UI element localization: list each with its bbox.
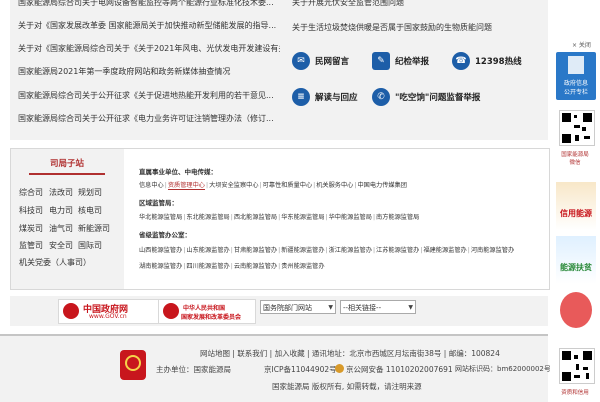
qa-item[interactable]: 关于生活垃圾焚烧供暖是否属于国家鼓励的生物质能问题: [292, 22, 542, 33]
footer-copyright: 国家能源局 版权所有, 如需转载，请注明来源: [272, 382, 422, 391]
footer-links[interactable]: 网站地图 | 联系我们 | 加入收藏 | 通讯地址：北京市西城区月坛南街38号 …: [200, 348, 500, 359]
wechat-qr-code: [559, 110, 595, 146]
dept-site-select[interactable]: 国务院部门网站 ▼: [260, 300, 336, 314]
office-link[interactable]: 浙江能源监管办: [329, 247, 372, 254]
news-item[interactable]: 国家能源局综合司关于电网设备智能监控等两个能源行业标准化技术委...: [18, 0, 280, 8]
right-sidebar: × 关闭 政府信息 公开专栏 国家能源局 微信 信用能源 能源扶贫 资质和信用: [550, 0, 600, 400]
direct-link[interactable]: 可靠性和质量中心: [263, 182, 313, 189]
mailbox-link[interactable]: ✉ 民网留言: [292, 52, 349, 70]
app-qr-code: [559, 348, 595, 384]
office-link[interactable]: 山东能源监管办: [186, 247, 229, 254]
interpret-link[interactable]: ≡ 解读与回应: [292, 88, 358, 106]
footer-police[interactable]: 京公网安备 11010202007691: [346, 364, 453, 375]
news-item[interactable]: 国家能源局综合司关于公开征求《电力业务许可证注销管理办法（修订...: [18, 113, 280, 124]
qa-item[interactable]: 关于开展光伏安全监管范围问题: [292, 0, 542, 8]
bureau-link[interactable]: 核电司: [78, 205, 102, 216]
direct-units-links: 信息中心|资质管理中心|大坝安全监察中心|可靠性和质量中心|机关服务中心|中国电…: [139, 182, 407, 190]
related-links-select[interactable]: --相关链接-- ▼: [340, 300, 416, 314]
chevron-down-icon: ▼: [328, 304, 333, 311]
office-title: 省级监管办公室：: [139, 231, 191, 239]
regional-links: 华北能源监管局|东北能源监管局|西北能源监管局|华东能源监管局|华中能源监管局|…: [139, 214, 420, 221]
public-info-button[interactable]: 政府信息 公开专栏: [556, 52, 596, 100]
police-badge-icon: [335, 364, 344, 373]
banner-row: 中国政府网 www.GOV.cn 中华人民共和国 国家发展和改革委员会 国务院部…: [10, 296, 548, 326]
office-link[interactable]: 江苏能源监管办: [376, 247, 419, 254]
bureau-section: 司局子站 综合司 法改司 规划司 科技司 电力司 核电司 煤炭司 油气司 新能源…: [10, 148, 550, 290]
footer-host: 主办单位：国家能源局: [156, 365, 231, 374]
credit-energy-banner[interactable]: 信用能源: [556, 182, 596, 230]
document-icon: [568, 56, 584, 74]
report-link[interactable]: ✎ 纪检举报: [372, 52, 429, 70]
envelope-icon: ✉: [292, 52, 310, 70]
news-item[interactable]: 关于对《国家发展改革委 国家能源局关于加快推动新型储能发展的指导...: [18, 20, 280, 31]
office-link[interactable]: 甘肃能源监管办: [234, 247, 277, 254]
office-link[interactable]: 山西能源监管办: [139, 247, 182, 254]
footer-icp[interactable]: 京ICP备11044902号: [264, 364, 337, 375]
bureau-link[interactable]: 规划司: [78, 187, 102, 198]
office-link[interactable]: 湖南能源监管办: [139, 263, 182, 270]
regional-link[interactable]: 华中能源监管局: [329, 214, 372, 221]
chevron-down-icon: ▼: [408, 304, 413, 311]
ndrc-banner[interactable]: 中华人民共和国 国家发展和改革委员会: [158, 299, 256, 324]
party-emblem-icon: [120, 350, 146, 380]
regional-link[interactable]: 西北能源监管局: [234, 214, 277, 221]
bureau-heading: 司局子站: [29, 155, 105, 175]
direct-link[interactable]: 大坝安全监察中心: [209, 182, 259, 189]
bureau-link[interactable]: 油气司: [49, 223, 73, 234]
phone-icon: ☎: [452, 52, 470, 70]
office-link[interactable]: 云南能源监管办: [234, 263, 277, 270]
footer: 网站地图 | 联系我们 | 加入收藏 | 通讯地址：北京市西城区月坛南街38号 …: [0, 334, 551, 402]
office-links-row2: 湖南能源监管办|四川能源监管办|云南能源监管办|贵州能源监管办: [139, 263, 325, 270]
bureau-link[interactable]: 综合司: [19, 187, 43, 198]
bureau-link[interactable]: 机关党委（人事司）: [19, 257, 91, 268]
bureau-link[interactable]: 电力司: [49, 205, 73, 216]
news-item[interactable]: 国家能源局综合司关于公开征求《关于促进地热能开发利用的若干意见...: [18, 90, 280, 101]
direct-link[interactable]: 资质管理中心: [167, 182, 205, 190]
bureau-nav: 司局子站 综合司 法改司 规划司 科技司 电力司 核电司 煤炭司 油气司 新能源…: [11, 149, 124, 289]
direct-link[interactable]: 中国电力传媒集团: [357, 182, 407, 189]
hotline-link[interactable]: ☎ 12398热线: [452, 52, 522, 70]
bureau-link[interactable]: 安全司: [49, 240, 73, 251]
direct-link[interactable]: 机关服务中心: [316, 182, 353, 189]
office-link[interactable]: 河南能源监管办: [471, 247, 514, 254]
chat-icon: ≡: [292, 88, 310, 106]
bureau-link[interactable]: 监管司: [19, 240, 43, 251]
energy-poverty-banner[interactable]: 能源扶贫: [556, 236, 596, 284]
regional-link[interactable]: 东北能源监管局: [186, 214, 229, 221]
bureau-link[interactable]: 新能源司: [78, 223, 110, 234]
office-links-row1: 山西能源监管办|山东能源监管办|甘肃能源监管办|新疆能源监管办|浙江能源监管办|…: [139, 247, 515, 254]
bureau-link[interactable]: 国际司: [78, 240, 102, 251]
national-emblem-icon: [163, 303, 179, 319]
news-item[interactable]: 国家能源局2021年第一季度政府网站和政务新媒体抽查情况: [18, 66, 280, 77]
news-panel: 国家能源局综合司关于电网设备智能监控等两个能源行业标准化技术委... 关于对《国…: [10, 0, 548, 140]
office-link[interactable]: 四川能源监管办: [186, 263, 229, 270]
national-emblem-icon: [63, 303, 79, 319]
office-link[interactable]: 福建能源监管办: [423, 247, 466, 254]
app-logo-icon[interactable]: [560, 292, 592, 328]
regional-link[interactable]: 华北能源监管局: [139, 214, 182, 221]
regional-title: 区域监管局：: [139, 199, 178, 207]
bureau-link[interactable]: 煤炭司: [19, 223, 43, 234]
megaphone-icon: ✆: [372, 88, 390, 106]
direct-units-title: 直属事业单位、中电传媒：: [139, 168, 217, 176]
news-item[interactable]: 关于对《国家能源局综合司关于《关于2021年风电、光伏发电开发建设有关事...: [18, 43, 280, 54]
bureau-link[interactable]: 法改司: [49, 187, 73, 198]
direct-link[interactable]: 信息中心: [139, 182, 164, 189]
report-icon: ✎: [372, 52, 390, 70]
close-button[interactable]: × 关闭: [572, 40, 591, 49]
regional-link[interactable]: 南方能源监管局: [376, 214, 419, 221]
complaint-link[interactable]: ✆ "吃空饷"问题监督举报: [372, 88, 480, 106]
gov-cn-banner[interactable]: 中国政府网 www.GOV.cn: [58, 299, 160, 324]
office-link[interactable]: 贵州能源监管办: [281, 263, 324, 270]
bureau-link[interactable]: 科技司: [19, 205, 43, 216]
office-link[interactable]: 新疆能源监管办: [281, 247, 324, 254]
footer-site-code: 网站标识码：bm62000002号: [455, 365, 551, 373]
regional-link[interactable]: 华东能源监管局: [281, 214, 324, 221]
